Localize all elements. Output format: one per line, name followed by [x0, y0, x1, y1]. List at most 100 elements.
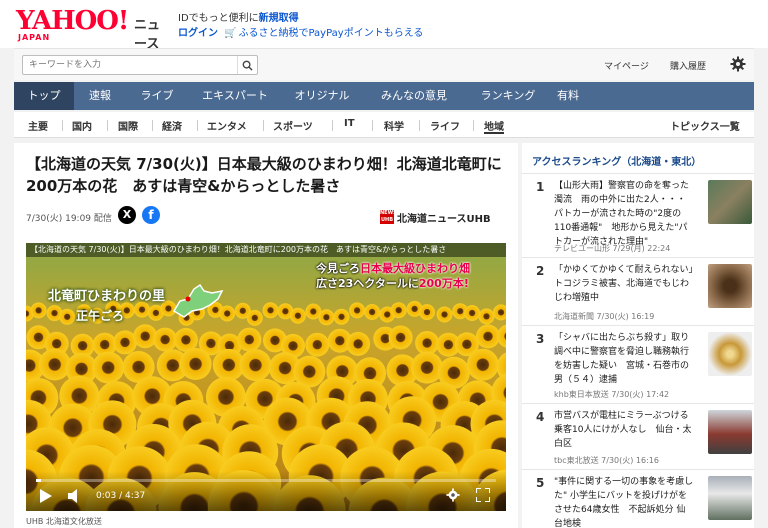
video-caption-2: 広さ23ヘクタールに200万本!: [316, 275, 469, 291]
category-nav: 主要 国内 国際 経済 エンタメ スポーツ IT 科学 ライフ 地域 トピックス…: [14, 112, 754, 138]
search-box: [22, 55, 258, 75]
video-player[interactable]: 【北海道の天気 7/30(火)】日本最大級のひまわり畑！北海道北竜町に200万本…: [26, 243, 506, 511]
rank-source: テレビユー山形 7/29(月) 22:24: [554, 244, 671, 253]
nav-opinions[interactable]: みんなの意見: [362, 82, 466, 110]
article-title: 【北海道の天気 7/30(火)】日本最大級のひまわり畑！北海道北竜町に200万本…: [26, 155, 502, 195]
logo-sub: JAPAN: [18, 33, 51, 42]
caption-2b: 200万本!: [418, 277, 469, 290]
rank-number: 5: [536, 476, 545, 490]
rank-thumbnail[interactable]: [708, 264, 752, 308]
service-name[interactable]: ニュース: [134, 14, 166, 52]
access-ranking: アクセスランキング（北海道・東北） 1 【山形大雨】警察官の命を奪った濁流 雨の…: [522, 143, 754, 528]
rank-headline[interactable]: 市営バスが電柱にミラーぶつける 乗客10人にけが人なし 仙台・太白区: [554, 409, 694, 451]
cat-local[interactable]: 地域: [484, 118, 504, 134]
signup-link[interactable]: 新規取得: [259, 13, 299, 24]
ranking-item[interactable]: 4 市営バスが電柱にミラーぶつける 乗客10人にけが人なし 仙台・太白区 tbc…: [522, 403, 754, 469]
gear-icon[interactable]: [730, 56, 746, 72]
facebook-share-icon[interactable]: f: [142, 206, 160, 224]
main-nav: トップ 速報 ライブ エキスパート オリジナル みんなの意見 ランキング 有料: [14, 82, 754, 110]
nav-top[interactable]: トップ: [14, 82, 74, 110]
nav-original[interactable]: オリジナル: [282, 82, 362, 110]
id-promo: IDでもっと便利に新規取得: [178, 9, 299, 24]
source-logo[interactable]: NEWS UHB 北海道ニュースUHB: [380, 209, 491, 225]
rank-thumbnail[interactable]: [708, 476, 752, 520]
video-controls: 0:03 / 4:37: [26, 471, 506, 511]
hokkaido-map-icon: [172, 283, 224, 318]
divider: [332, 120, 333, 131]
mypage-link[interactable]: マイページ: [604, 59, 649, 72]
video-credit: UHB 北海道文化放送: [26, 517, 102, 526]
play-icon[interactable]: [40, 489, 52, 503]
topics-list-link[interactable]: トピックス一覧: [670, 118, 740, 134]
rank-headline[interactable]: 「かゆくてかゆくて耐えられない」トコジラミ被害、北海道でもじわじわ増殖中: [554, 263, 694, 305]
cat-science[interactable]: 科学: [384, 118, 404, 134]
cat-economy[interactable]: 経済: [162, 118, 182, 134]
divider: [372, 120, 373, 131]
search-button[interactable]: [237, 56, 257, 74]
divider: [263, 120, 264, 131]
rank-source: khb東日本放送 7/30(火) 17:42: [554, 390, 670, 399]
rank-source: tbc東北放送 7/30(火) 16:16: [554, 456, 659, 465]
id-promo-text: IDでもっと便利に: [178, 13, 259, 24]
cat-life[interactable]: ライフ: [430, 118, 460, 134]
nav-live[interactable]: ライブ: [126, 82, 188, 110]
video-time-label: 正午ごろ: [76, 309, 125, 323]
login-row: ログイン 🛒 ふるさと納税でPayPayポイントもらえる: [178, 24, 423, 39]
article: 【北海道の天気 7/30(火)】日本最大級のひまわり畑！北海道北竜町に200万本…: [14, 143, 518, 528]
rank-number: 3: [536, 332, 545, 346]
divider: [152, 120, 153, 131]
yahoo-logo[interactable]: YAHOO! JAPAN ニュース: [16, 6, 166, 52]
cat-main[interactable]: 主要: [28, 118, 48, 134]
video-caption-1: 今見ごろ日本最大級ひまわり畑: [316, 260, 470, 276]
nav-ranking[interactable]: ランキング: [466, 82, 550, 110]
ranking-title: アクセスランキング（北海道・東北）: [532, 157, 702, 168]
rank-thumbnail[interactable]: [708, 332, 752, 376]
divider: [419, 120, 420, 131]
cat-international[interactable]: 国際: [118, 118, 138, 134]
x-share-icon[interactable]: X: [118, 206, 136, 224]
caption-2a: 広さ23ヘクタールに: [316, 277, 419, 290]
settings-icon[interactable]: [446, 488, 460, 502]
rank-number: 2: [536, 264, 545, 278]
divider: [107, 120, 108, 131]
cat-sports[interactable]: スポーツ: [273, 118, 313, 134]
video-progress-fill: [36, 479, 42, 482]
rank-source: 北海道新聞 7/30(火) 16:19: [554, 312, 655, 321]
rank-thumbnail[interactable]: [708, 410, 752, 454]
search-bar: マイページ 購入履歴: [14, 48, 754, 80]
ranking-item[interactable]: 3 「シャバに出たらぶち殺す」取り調べ中に警察官を脅迫し職務執行を妨害した疑い …: [522, 325, 754, 403]
cat-it[interactable]: IT: [344, 118, 355, 134]
nav-expert[interactable]: エキスパート: [188, 82, 282, 110]
nav-breaking[interactable]: 速報: [74, 82, 126, 110]
nav-paid[interactable]: 有料: [550, 82, 586, 110]
history-link[interactable]: 購入履歴: [670, 59, 706, 72]
furusato-link[interactable]: ふるさと納税でPayPayポイントもらえる: [238, 28, 423, 39]
fullscreen-icon[interactable]: [476, 488, 490, 502]
video-title: 【北海道の天気 7/30(火)】日本最大級のひまわり畑！北海道北竜町に200万本…: [26, 243, 506, 257]
rank-headline[interactable]: "事件に関する一切の事象を考慮した" 小学生にバットを投げけがをさせた64歳女性…: [554, 475, 694, 528]
site-header: YAHOO! JAPAN ニュース IDでもっと便利に新規取得 ログイン 🛒 ふるさ…: [0, 0, 768, 52]
rank-number: 1: [536, 180, 545, 194]
search-input[interactable]: [29, 58, 229, 72]
divider: [473, 120, 474, 131]
video-progress-bar[interactable]: [36, 479, 496, 482]
cart-icon: 🛒: [224, 28, 237, 39]
volume-icon[interactable]: [68, 489, 82, 503]
publish-time: 7/30(火) 19:09 配信: [26, 214, 112, 224]
caption-1b: 日本最大級ひまわり畑: [360, 262, 470, 275]
rank-headline[interactable]: 「シャバに出たらぶち殺す」取り調べ中に警察官を脅迫し職務執行を妨害した疑い 宮城…: [554, 331, 694, 387]
ranking-item[interactable]: 5 "事件に関する一切の事象を考慮した" 小学生にバットを投げけがをさせた64歳…: [522, 469, 754, 528]
source-mark: NEWS UHB: [380, 210, 397, 224]
cat-entertainment[interactable]: エンタメ: [207, 118, 247, 134]
video-place-label: 北竜町ひまわりの里: [48, 289, 166, 304]
cat-domestic[interactable]: 国内: [72, 118, 92, 134]
rank-number: 4: [536, 410, 545, 424]
source-name: 北海道ニュースUHB: [397, 213, 491, 225]
logo-text: YAHOO!: [16, 6, 129, 36]
ranking-item[interactable]: 2 「かゆくてかゆくて耐えられない」トコジラミ被害、北海道でもじわじわ増殖中 北…: [522, 257, 754, 325]
rank-headline[interactable]: 【山形大雨】警察官の命を奪った濁流 雨の中外に出た2人・・・パトカーが流された時…: [554, 179, 694, 249]
rank-thumbnail[interactable]: [708, 180, 752, 224]
ranking-item[interactable]: 1 【山形大雨】警察官の命を奪った濁流 雨の中外に出た2人・・・パトカーが流され…: [522, 173, 754, 257]
login-link[interactable]: ログイン: [178, 28, 218, 39]
divider: [62, 120, 63, 131]
